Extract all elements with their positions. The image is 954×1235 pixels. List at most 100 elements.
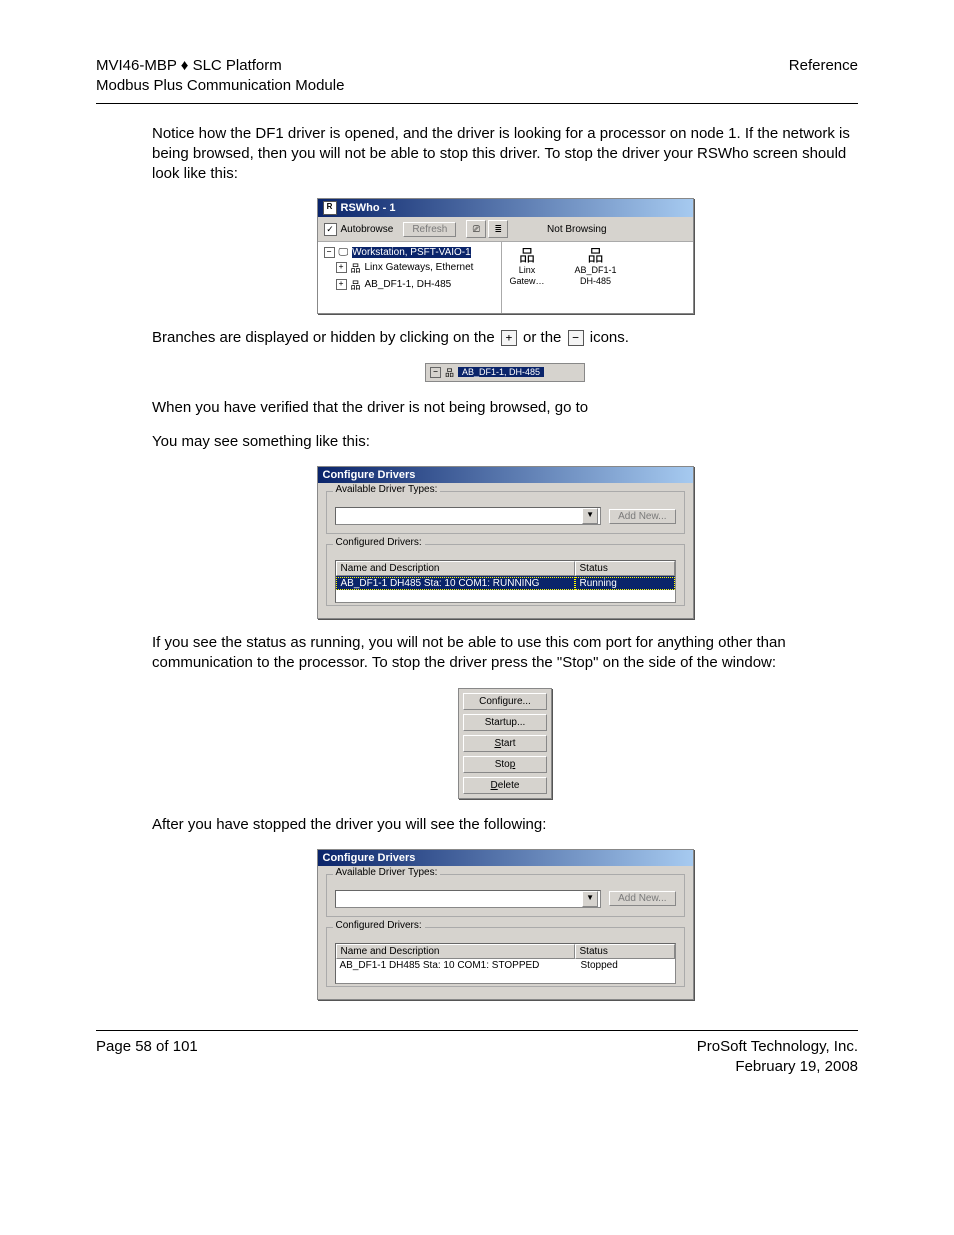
tree-root[interactable]: − 🖵 Workstation, PSFT-VAIO-1 (322, 246, 497, 259)
configure-button[interactable]: Configure... (463, 693, 547, 710)
list-row-empty (336, 590, 675, 602)
fieldset-legend: Configured Drivers: (333, 920, 425, 931)
tree-node-df1[interactable]: + 品 AB_DF1-1, DH-485 (322, 276, 497, 293)
refresh-button[interactable]: Refresh (403, 222, 456, 237)
page-header: MVI46-MBP ♦ SLC Platform Modbus Plus Com… (96, 56, 858, 104)
drivers-list[interactable]: Name and Description Status AB_DF1-1 DH4… (335, 560, 676, 603)
configured-drivers-fieldset: Configured Drivers: Name and Description… (326, 544, 685, 606)
list-row-empty (336, 971, 675, 983)
driver-type-combo: ▼ Add New... (335, 890, 676, 908)
device-label: Gatew… (510, 276, 545, 287)
tree-node-strip: − 品 AB_DF1-1, DH-485 (425, 363, 585, 382)
list-header: Name and Description Status (336, 561, 675, 576)
text: Branches are displayed or hidden by clic… (152, 329, 499, 346)
collapse-icon[interactable]: − (324, 247, 335, 258)
paragraph-1: Notice how the DF1 driver is opened, and… (152, 124, 858, 185)
paragraph-4: You may see something like this: (152, 432, 858, 452)
paragraph-5: If you see the status as running, you wi… (152, 633, 858, 674)
page-number: Page 58 of 101 (96, 1037, 198, 1078)
tree-node-linx-label: Linx Gateways, Ethernet (365, 262, 474, 273)
driver-type-combo: ▼ Add New... (335, 507, 676, 525)
body: Notice how the DF1 driver is opened, and… (152, 124, 858, 1000)
expand-icon[interactable]: + (336, 262, 347, 273)
fieldset-legend: Available Driver Types: (333, 484, 441, 495)
tree-node-label: AB_DF1-1, DH-485 (458, 367, 544, 377)
device-linx[interactable]: 品 Linx Gatew… (510, 246, 545, 299)
paragraph-2: Branches are displayed or hidden by clic… (152, 328, 858, 348)
chevron-down-icon[interactable]: ▼ (582, 891, 598, 907)
paragraph-3: When you have verified that the driver i… (152, 398, 858, 418)
driver-status: Running (575, 577, 675, 590)
add-new-button[interactable]: Add New... (609, 891, 675, 906)
browse-status: Not Browsing (547, 224, 686, 235)
rswho-title: RSWho - 1 (341, 202, 396, 214)
list-header: Name and Description Status (336, 944, 675, 959)
collapse-icon[interactable]: − (430, 367, 441, 378)
start-button[interactable]: Start (463, 735, 547, 752)
network-icon: 品 (445, 366, 454, 379)
app-icon: R (323, 201, 337, 215)
available-types-fieldset: Available Driver Types: ▼ Add New... (326, 491, 685, 534)
device-df1[interactable]: 品 AB_DF1-1 DH-485 (575, 246, 617, 299)
cfg-titlebar: Configure Drivers (318, 850, 693, 866)
driver-buttons-panel: Configure... Startup... Start Stop Delet… (458, 688, 552, 799)
chevron-down-icon[interactable]: ▼ (582, 508, 598, 524)
rswho-titlebar: R RSWho - 1 (318, 199, 693, 217)
drivers-list[interactable]: Name and Description Status AB_DF1-1 DH4… (335, 943, 676, 984)
cfg-title: Configure Drivers (323, 469, 416, 481)
autobrowse-label: Autobrowse (341, 224, 394, 235)
list-row-stopped[interactable]: AB_DF1-1 DH485 Sta: 10 COM1: STOPPED Sto… (336, 959, 675, 971)
view-details-icon[interactable]: ≣ (488, 220, 508, 238)
device-label: DH-485 (575, 276, 617, 287)
rswho-body: − 🖵 Workstation, PSFT-VAIO-1 + 品 Linx Ga… (318, 242, 693, 313)
startup-button[interactable]: Startup... (463, 714, 547, 731)
page: MVI46-MBP ♦ SLC Platform Modbus Plus Com… (0, 0, 954, 1235)
product-title: MVI46-MBP ♦ SLC Platform (96, 57, 282, 74)
plus-icon: + (501, 330, 517, 346)
autobrowse-checkbox[interactable]: ✓ Autobrowse (324, 223, 394, 236)
text: icons. (590, 329, 629, 346)
device-label: Linx (510, 265, 545, 276)
page-footer: Page 58 of 101 ProSoft Technology, Inc. … (96, 1030, 858, 1078)
col-status-header[interactable]: Status (575, 944, 675, 959)
configured-drivers-fieldset: Configured Drivers: Name and Description… (326, 927, 685, 987)
cfg-content: Available Driver Types: ▼ Add New... Con… (318, 483, 693, 618)
driver-type-select[interactable]: ▼ (335, 890, 602, 908)
header-left: MVI46-MBP ♦ SLC Platform Modbus Plus Com… (96, 56, 344, 97)
tree-node-df1-label: AB_DF1-1, DH-485 (365, 279, 452, 290)
minus-icon: − (568, 330, 584, 346)
network-icon: 品 (351, 260, 361, 275)
col-name-header[interactable]: Name and Description (336, 561, 575, 576)
rswho-toolbar: ✓ Autobrowse Refresh ⎚ ≣ Not Browsing (318, 217, 693, 242)
view-large-icon[interactable]: ⎚ (466, 220, 486, 238)
delete-button[interactable]: Delete (463, 777, 547, 794)
network-icon: 品 (510, 246, 545, 265)
network-icon: 品 (575, 246, 617, 265)
available-types-fieldset: Available Driver Types: ▼ Add New... (326, 874, 685, 917)
stop-button[interactable]: Stop (463, 756, 547, 773)
tree-root-label: Workstation, PSFT-VAIO-1 (352, 247, 471, 258)
add-new-button[interactable]: Add New... (609, 509, 675, 524)
tree-node-linx[interactable]: + 品 Linx Gateways, Ethernet (322, 259, 497, 276)
col-name-header[interactable]: Name and Description (336, 944, 575, 959)
expand-icon[interactable]: + (336, 279, 347, 290)
footer-right: ProSoft Technology, Inc. February 19, 20… (697, 1037, 858, 1078)
configure-drivers-window-running: Configure Drivers Available Driver Types… (317, 466, 694, 619)
driver-name: AB_DF1-1 DH485 Sta: 10 COM1: STOPPED (336, 960, 577, 971)
header-right: Reference (789, 56, 858, 97)
driver-type-select[interactable]: ▼ (335, 507, 602, 525)
rswho-window: R RSWho - 1 ✓ Autobrowse Refresh ⎚ ≣ Not… (317, 198, 694, 314)
document-date: February 19, 2008 (735, 1058, 858, 1075)
col-status-header[interactable]: Status (575, 561, 675, 576)
cfg-titlebar: Configure Drivers (318, 467, 693, 483)
driver-name: AB_DF1-1 DH485 Sta: 10 COM1: RUNNING (336, 577, 575, 590)
cfg-title: Configure Drivers (323, 852, 416, 864)
cfg-content: Available Driver Types: ▼ Add New... Con… (318, 866, 693, 999)
text: or the (523, 329, 566, 346)
module-title: Modbus Plus Communication Module (96, 77, 344, 94)
list-row-running[interactable]: AB_DF1-1 DH485 Sta: 10 COM1: RUNNING Run… (336, 576, 675, 590)
company-name: ProSoft Technology, Inc. (697, 1038, 858, 1055)
fieldset-legend: Configured Drivers: (333, 537, 425, 548)
driver-status: Stopped (577, 960, 675, 971)
tree-view[interactable]: − 🖵 Workstation, PSFT-VAIO-1 + 品 Linx Ga… (318, 242, 502, 313)
